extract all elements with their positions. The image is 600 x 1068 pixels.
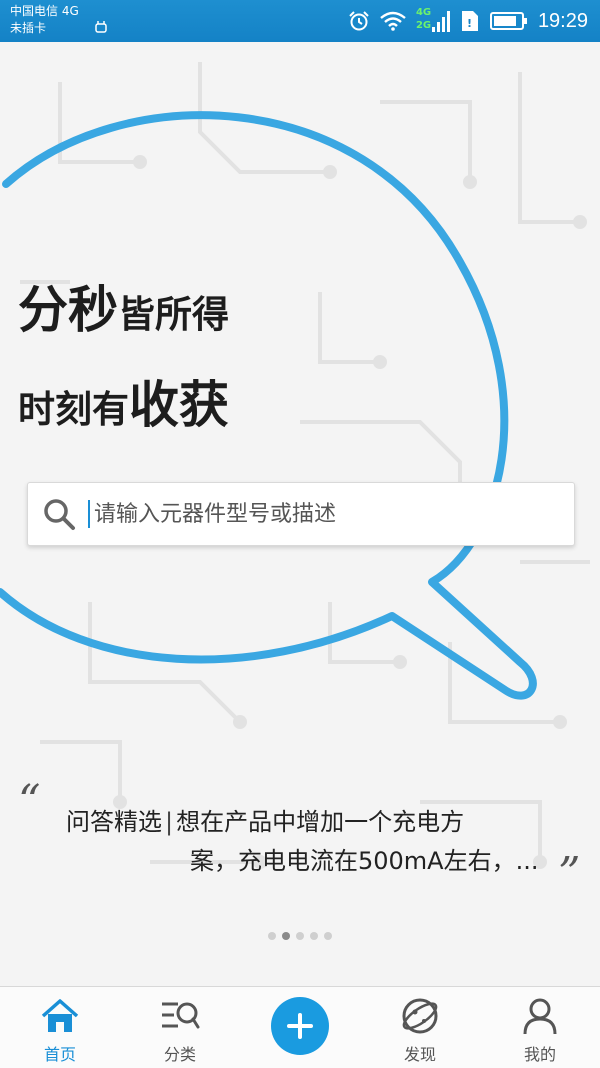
home-icon <box>41 999 79 1032</box>
search-icon[interactable] <box>42 497 76 531</box>
add-button[interactable] <box>271 997 329 1055</box>
slogan-line1-small: 皆所得 <box>118 293 229 336</box>
network-4g-label: 4G <box>415 7 432 18</box>
network-2g-label: 2G <box>415 20 432 31</box>
tab-mine[interactable]: 我的 <box>480 987 600 1068</box>
tab-category-label: 分类 <box>163 1045 196 1064</box>
carousel-dot[interactable] <box>310 932 318 940</box>
signal-icon <box>431 11 450 32</box>
battery-icon <box>489 12 527 30</box>
slogan-line2-big: 收获 <box>129 376 229 434</box>
status-bar: 中国电信 4G 未插卡 4G 2G ! 19:29 <box>0 0 600 42</box>
search-box[interactable] <box>27 482 575 546</box>
network-type: 4G 2G <box>416 7 450 35</box>
svg-text:!: ! <box>467 17 472 30</box>
sim-status: 未插卡 <box>10 21 47 35</box>
tab-discover[interactable]: 发现 <box>360 987 480 1068</box>
category-search-icon <box>162 1002 200 1029</box>
planet-icon <box>402 998 438 1034</box>
slogan-line-2: 时刻有收获 <box>18 365 229 437</box>
tab-home[interactable]: 首页 <box>0 987 120 1068</box>
carrier-name: 中国电信 4G <box>10 4 79 18</box>
qa-featured-line-2[interactable]: 案，充电电流在500mA左右，... <box>190 841 539 876</box>
alarm-icon <box>349 11 369 31</box>
qa-label: 问答精选 <box>66 808 162 836</box>
tab-home-label: 首页 <box>43 1045 76 1064</box>
hero-banner: 分秒皆所得 时刻有收获 “ 问答精选|想在产品中增加一个充电方 案，充电电流在5… <box>0 42 600 986</box>
carousel-dot[interactable] <box>282 932 290 940</box>
qa-separator: | <box>165 808 174 836</box>
open-quote-icon: “ <box>18 776 41 827</box>
text-cursor <box>88 500 90 528</box>
carrier-info: 中国电信 4G 未插卡 <box>10 3 79 37</box>
carousel-indicator[interactable] <box>268 932 332 940</box>
carousel-dot[interactable] <box>324 932 332 940</box>
status-icons: 4G 2G ! 19:29 <box>348 0 588 42</box>
clock: 19:29 <box>537 9 588 32</box>
user-icon <box>523 998 557 1035</box>
carousel-dot[interactable] <box>296 932 304 940</box>
slogan-line-1: 分秒皆所得 <box>18 270 229 342</box>
tab-mine-label: 我的 <box>523 1045 556 1064</box>
qa-text-line-2: 案，充电电流在500mA左右，... <box>190 847 539 875</box>
qa-text-line-1: 想在产品中增加一个充电方 <box>176 808 465 836</box>
slogan-line1-big: 分秒 <box>18 281 118 339</box>
search-input[interactable] <box>92 493 574 535</box>
qa-featured-line-1[interactable]: 问答精选 | 想在产品中增加一个充电方 <box>66 802 464 837</box>
close-quote-icon: ” <box>558 848 581 899</box>
slogan-line2-small: 时刻有 <box>18 388 129 431</box>
carousel-dot[interactable] <box>268 932 276 940</box>
usb-debug-icon <box>95 21 107 33</box>
wifi-icon <box>380 11 406 31</box>
tab-discover-label: 发现 <box>403 1045 436 1064</box>
tab-category[interactable]: 分类 <box>120 987 240 1068</box>
sim-icon: ! <box>461 11 478 31</box>
